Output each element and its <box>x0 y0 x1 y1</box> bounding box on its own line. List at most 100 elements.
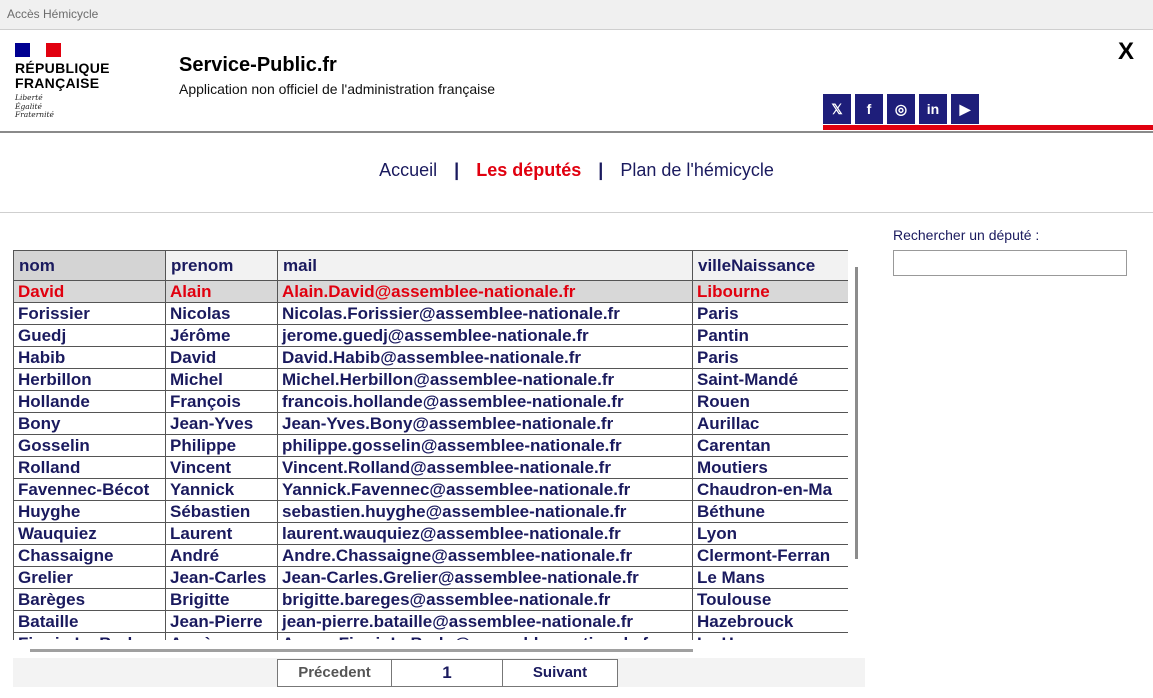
cell-nom[interactable]: Rolland <box>13 456 166 479</box>
cell-nom[interactable]: Habib <box>13 346 166 369</box>
cell-nom[interactable]: Herbillon <box>13 368 166 391</box>
cell-mail[interactable]: sebastien.huyghe@assemblee-nationale.fr <box>277 500 693 523</box>
table-row[interactable]: Firmin Le BodoAgnèsAgnes.FirminLeBodo@as… <box>13 632 848 640</box>
cell-prenom[interactable]: Alain <box>165 280 278 303</box>
nav-deputies[interactable]: Les députés <box>476 160 581 180</box>
column-header-prenom[interactable]: prenom <box>165 250 278 281</box>
cell-nom[interactable]: Barèges <box>13 588 166 611</box>
cell-villenaissance[interactable]: Aurillac <box>692 412 848 435</box>
search-input[interactable] <box>893 250 1127 276</box>
cell-mail[interactable]: Jean-Yves.Bony@assemblee-nationale.fr <box>277 412 693 435</box>
cell-villenaissance[interactable]: Pantin <box>692 324 848 347</box>
cell-mail[interactable]: Michel.Herbillon@assemblee-nationale.fr <box>277 368 693 391</box>
cell-villenaissance[interactable]: Le Havre <box>692 632 848 640</box>
nav-home[interactable]: Accueil <box>379 160 437 180</box>
cell-prenom[interactable]: Philippe <box>165 434 278 457</box>
cell-villenaissance[interactable]: Carentan <box>692 434 848 457</box>
cell-mail[interactable]: brigitte.bareges@assemblee-nationale.fr <box>277 588 693 611</box>
cell-villenaissance[interactable]: Béthune <box>692 500 848 523</box>
cell-prenom[interactable]: François <box>165 390 278 413</box>
cell-nom[interactable]: Firmin Le Bodo <box>13 632 166 640</box>
table-row[interactable]: Herbillon Michel Michel.Herbillon@assemble… <box>13 368 848 391</box>
cell-prenom[interactable]: David <box>165 346 278 369</box>
table-row[interactable]: Barèges Brigitte brigitte.bareges@assemble… <box>13 588 848 611</box>
next-button[interactable]: Suivant <box>503 660 617 686</box>
cell-villenaissance[interactable]: Hazebrouck <box>692 610 848 633</box>
cell-nom[interactable]: Favennec-Bécot <box>13 478 166 501</box>
table-row[interactable]: Guedj Jérôme jerome.guedj@assemblee-nation… <box>13 324 848 347</box>
cell-prenom[interactable]: Michel <box>165 368 278 391</box>
table-row[interactable]: David Alain Alain.David@assemblee-national… <box>13 280 848 303</box>
cell-prenom[interactable]: Nicolas <box>165 302 278 325</box>
facebook-icon[interactable]: f <box>855 94 883 124</box>
vertical-scrollbar[interactable] <box>855 267 858 559</box>
cell-prenom[interactable]: Jean-Pierre <box>165 610 278 633</box>
cell-nom[interactable]: Huyghe <box>13 500 166 523</box>
cell-villenaissance[interactable]: Lyon <box>692 522 848 545</box>
cell-prenom[interactable]: Agnès <box>165 632 278 640</box>
cell-villenaissance[interactable]: Paris <box>692 302 848 325</box>
cell-mail[interactable]: jerome.guedj@assemblee-nationale.fr <box>277 324 693 347</box>
nav-hemicycle-plan[interactable]: Plan de l'hémicycle <box>620 160 774 180</box>
cell-villenaissance[interactable]: Chaudron-en-Ma <box>692 478 848 501</box>
cell-prenom[interactable]: Brigitte <box>165 588 278 611</box>
cell-villenaissance[interactable]: Le Mans <box>692 566 848 589</box>
cell-villenaissance[interactable]: Toulouse <box>692 588 848 611</box>
cell-prenom[interactable]: Yannick <box>165 478 278 501</box>
cell-nom[interactable]: Bataille <box>13 610 166 633</box>
cell-villenaissance[interactable]: Clermont-Ferran <box>692 544 848 567</box>
cell-prenom[interactable]: Laurent <box>165 522 278 545</box>
table-row[interactable]: Huyghe Sébastien sebastien.huyghe@assemble… <box>13 500 848 523</box>
cell-mail[interactable]: Agnes.FirminLeBodo@assemblee-nationale.f… <box>277 632 693 640</box>
cell-prenom[interactable]: Jérôme <box>165 324 278 347</box>
cell-mail[interactable]: laurent.wauquiez@assemblee-nationale.fr <box>277 522 693 545</box>
cell-mail[interactable]: Andre.Chassaigne@assemblee-nationale.fr <box>277 544 693 567</box>
column-header-nom[interactable]: nom <box>13 250 166 281</box>
cell-nom[interactable]: Grelier <box>13 566 166 589</box>
table-row[interactable]: Forissier Nicolas Nicolas.Forissier@assemb… <box>13 302 848 325</box>
column-header-mail[interactable]: mail <box>277 250 693 281</box>
table-row[interactable]: Wauquiez Laurent laurent.wauquiez@assemble… <box>13 522 848 545</box>
column-header-villenaissance[interactable]: villeNaissance <box>692 250 848 281</box>
cell-nom[interactable]: Guedj <box>13 324 166 347</box>
cell-mail[interactable]: philippe.gosselin@assemblee-nationale.fr <box>277 434 693 457</box>
cell-mail[interactable]: Nicolas.Forissier@assemblee-nationale.fr <box>277 302 693 325</box>
table-row[interactable]: Chassaigne André Andre.Chassaigne@assemble… <box>13 544 848 567</box>
horizontal-scrollbar[interactable] <box>30 649 693 652</box>
table-row[interactable]: Bony Jean-Yves Jean-Yves.Bony@assemblee-na… <box>13 412 848 435</box>
cell-prenom[interactable]: André <box>165 544 278 567</box>
cell-prenom[interactable]: Jean-Yves <box>165 412 278 435</box>
linkedin-icon[interactable]: in <box>919 94 947 124</box>
table-row[interactable]: Favennec-Bécot Yannick Yannick.Favennec@as… <box>13 478 848 501</box>
table-row[interactable]: Grelier Jean-Carles Jean-Carles.Grelier@as… <box>13 566 848 589</box>
cell-nom[interactable]: Gosselin <box>13 434 166 457</box>
cell-villenaissance[interactable]: Saint-Mandé <box>692 368 848 391</box>
cell-nom[interactable]: Chassaigne <box>13 544 166 567</box>
cell-villenaissance[interactable]: Paris <box>692 346 848 369</box>
cell-prenom[interactable]: Jean-Carles <box>165 566 278 589</box>
cell-prenom[interactable]: Vincent <box>165 456 278 479</box>
previous-button[interactable]: Précedent <box>278 660 392 686</box>
cell-villenaissance[interactable]: Libourne <box>692 280 848 303</box>
table-row[interactable]: Rolland Vincent Vincent.Rolland@assemblee-… <box>13 456 848 479</box>
cell-mail[interactable]: jean-pierre.bataille@assemblee-nationale… <box>277 610 693 633</box>
cell-nom[interactable]: Forissier <box>13 302 166 325</box>
cell-mail[interactable]: Yannick.Favennec@assemblee-nationale.fr <box>277 478 693 501</box>
cell-mail[interactable]: Jean-Carles.Grelier@assemblee-nationale.… <box>277 566 693 589</box>
cell-villenaissance[interactable]: Rouen <box>692 390 848 413</box>
close-button[interactable]: X <box>1118 38 1134 66</box>
cell-mail[interactable]: Alain.David@assemblee-nationale.fr <box>277 280 693 303</box>
cell-villenaissance[interactable]: Moutiers <box>692 456 848 479</box>
cell-mail[interactable]: David.Habib@assemblee-nationale.fr <box>277 346 693 369</box>
table-row[interactable]: Gosselin Philippe philippe.gosselin@assemb… <box>13 434 848 457</box>
cell-mail[interactable]: francois.hollande@assemblee-nationale.fr <box>277 390 693 413</box>
table-row[interactable]: Habib David David.Habib@assemblee-national… <box>13 346 848 369</box>
table-row[interactable]: Hollande François francois.hollande@assemb… <box>13 390 848 413</box>
x-twitter-icon[interactable]: 𝕏 <box>823 94 851 124</box>
cell-nom[interactable]: Wauquiez <box>13 522 166 545</box>
cell-nom[interactable]: Hollande <box>13 390 166 413</box>
cell-nom[interactable]: Bony <box>13 412 166 435</box>
cell-prenom[interactable]: Sébastien <box>165 500 278 523</box>
instagram-icon[interactable]: ◎ <box>887 94 915 124</box>
youtube-icon[interactable]: ▶ <box>951 94 979 124</box>
